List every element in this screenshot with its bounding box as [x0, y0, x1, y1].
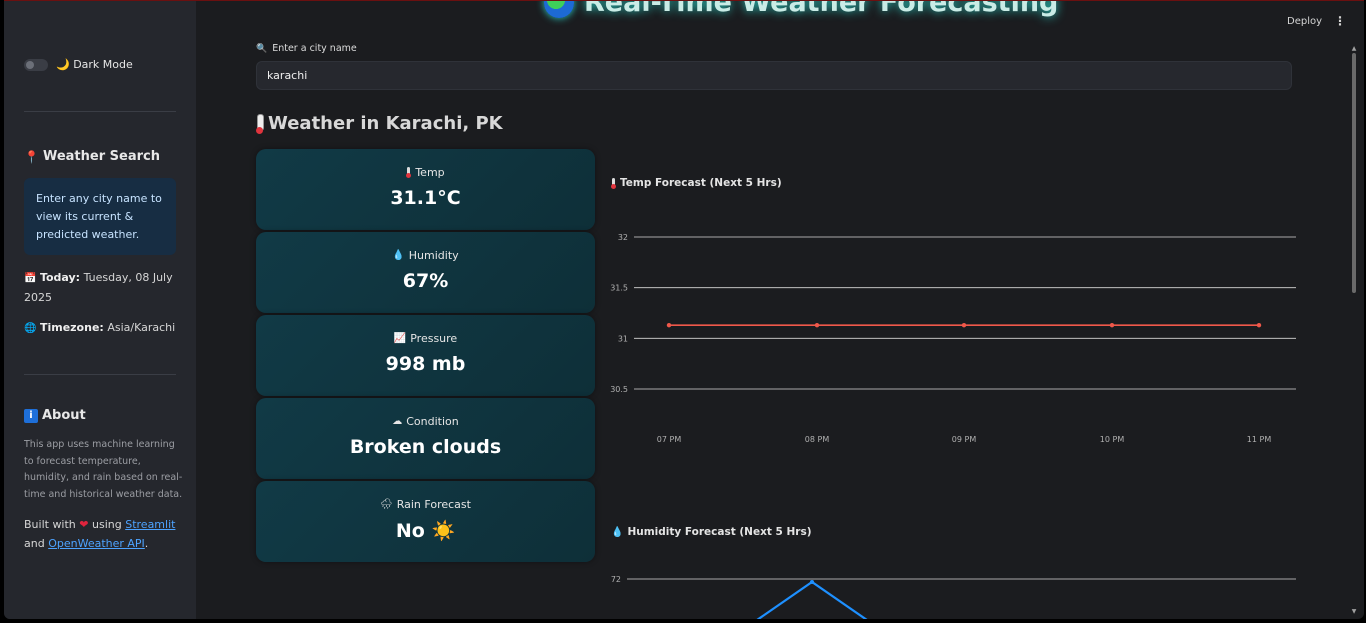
globe-icon: 🌐 — [24, 323, 37, 334]
y-tick-label: 30.5 — [610, 385, 628, 394]
pressure-value: 998 mb — [385, 353, 466, 375]
thermometer-icon — [256, 113, 264, 134]
search-icon: 🔍 — [256, 43, 268, 54]
scrollbar[interactable]: ▲ ▼ — [1350, 45, 1358, 619]
cloud-icon: ☁ — [392, 416, 403, 427]
humidity-series-line — [756, 580, 868, 619]
timezone-line: 🌐 Timezone: Asia/Karachi — [24, 321, 176, 334]
about-heading: i About — [24, 408, 86, 423]
search-label: 🔍 Enter a city name — [256, 43, 357, 54]
thermometer-icon — [611, 177, 616, 189]
page-title: Real-Time Weather Forecasting — [544, 1, 1058, 18]
pin-icon: 📍 — [24, 149, 39, 164]
rain-forecast-card: 🌧 Rain Forecast No ☀️ — [256, 481, 595, 562]
condition-value: Broken clouds — [349, 436, 502, 458]
x-tick-label: 09 PM — [952, 435, 977, 444]
built-with-line: Built with ❤ using Streamlit and OpenWea… — [24, 518, 176, 550]
dark-mode-label: 🌙 Dark Mode — [56, 58, 133, 71]
info-box: Enter any city name to view its current … — [24, 178, 176, 255]
humidity-card: 💧 Humidity 67% — [256, 232, 595, 313]
x-tick-label: 10 PM — [1100, 435, 1125, 444]
heart-icon: ❤ — [79, 518, 89, 531]
x-tick-label: 11 PM — [1247, 435, 1272, 444]
temp-forecast-chart: 32 31.5 31 30.5 07 PM 08 PM 09 PM 10 PM 11 PM — [610, 233, 1296, 444]
app-window: 🌙 Dark Mode 📍 Weather Search Enter any c… — [4, 0, 1364, 619]
about-text: This app uses machine learning to foreca… — [24, 439, 183, 500]
humidity-data-point — [810, 580, 814, 584]
droplet-icon: 💧 — [611, 526, 624, 538]
y-tick-label: 32 — [618, 233, 628, 242]
humidity-chart-title: 💧 Humidity Forecast (Next 5 Hrs) — [611, 526, 812, 538]
temp-chart-title: Temp Forecast (Next 5 Hrs) — [611, 177, 782, 189]
globe-icon — [544, 1, 574, 18]
x-tick-label: 07 PM — [657, 435, 682, 444]
y-tick-label: 31.5 — [610, 284, 628, 293]
temp-data-point — [1256, 322, 1262, 328]
sidebar-divider — [24, 374, 176, 375]
deploy-button[interactable]: Deploy — [1287, 16, 1322, 27]
weather-heading: Weather in Karachi, PK — [256, 113, 503, 134]
humidity-value: 67% — [402, 270, 449, 292]
pressure-card: 📈 Pressure 998 mb — [256, 315, 595, 396]
temp-data-point — [666, 322, 672, 328]
rain-forecast-value: No ☀️ — [395, 520, 456, 542]
today-line: 📅 Today: Tuesday, 08 July 2025 — [24, 271, 173, 304]
temp-data-point — [961, 322, 967, 328]
main-menu-button[interactable]: ⋮ — [1334, 14, 1346, 28]
temp-data-point — [1109, 322, 1115, 328]
dark-mode-toggle[interactable] — [24, 58, 48, 71]
city-search-input[interactable] — [256, 61, 1292, 90]
thermometer-icon — [406, 167, 412, 178]
chart-icon: 📈 — [393, 333, 407, 344]
temp-card: Temp 31.1°C — [256, 149, 595, 230]
scroll-thumb[interactable] — [1352, 53, 1356, 293]
humidity-forecast-chart: 72 — [611, 575, 1296, 619]
streamlit-link[interactable]: Streamlit — [125, 518, 175, 531]
sidebar: 🌙 Dark Mode 📍 Weather Search Enter any c… — [4, 1, 196, 619]
rain-cloud-icon: 🌧 — [380, 499, 393, 510]
y-tick-label: 72 — [611, 575, 621, 584]
scroll-down-arrow[interactable]: ▼ — [1350, 608, 1358, 615]
calendar-icon: 📅 — [24, 273, 37, 284]
condition-card: ☁ Condition Broken clouds — [256, 398, 595, 479]
x-tick-label: 08 PM — [805, 435, 830, 444]
sidebar-divider — [24, 111, 176, 112]
y-tick-label: 31 — [618, 334, 628, 343]
scroll-up-arrow[interactable]: ▲ — [1350, 45, 1358, 52]
temp-data-point — [814, 322, 820, 328]
droplet-icon: 💧 — [392, 250, 405, 261]
weather-search-heading: 📍 Weather Search — [24, 149, 160, 164]
dark-mode-toggle-row[interactable]: 🌙 Dark Mode — [24, 58, 133, 71]
openweather-link[interactable]: OpenWeather API — [48, 537, 145, 550]
info-icon: i — [24, 408, 38, 423]
temp-value: 31.1°C — [390, 187, 461, 209]
